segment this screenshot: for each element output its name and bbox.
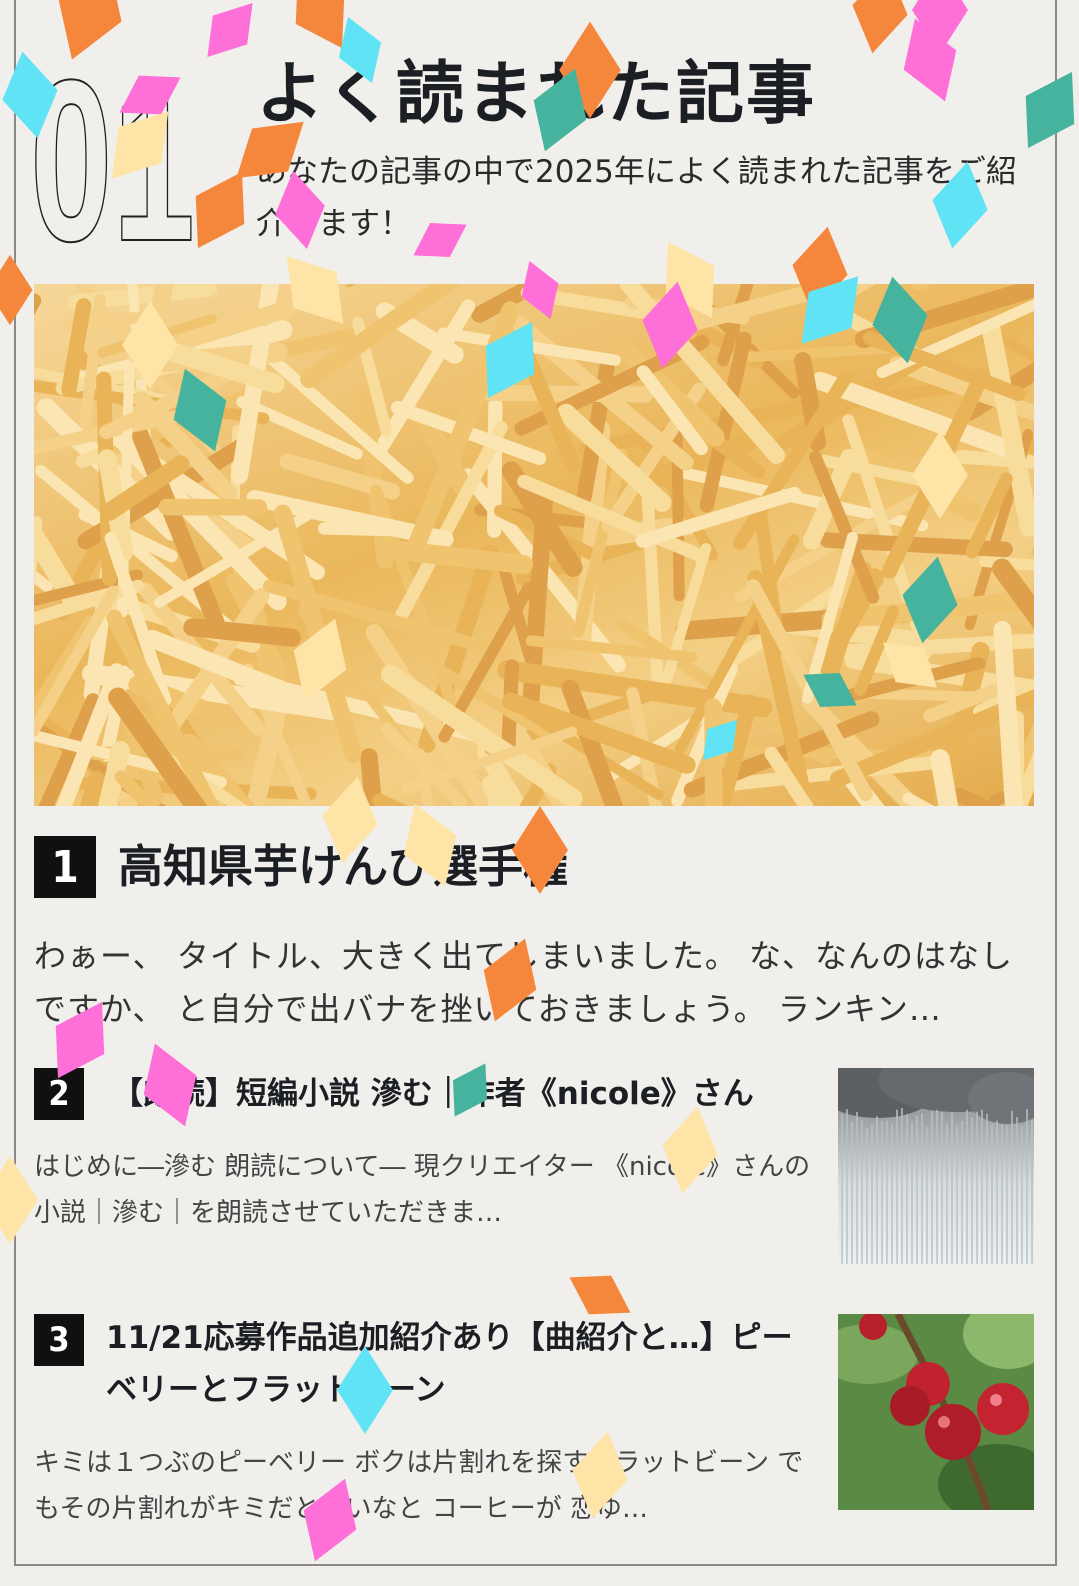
section-title: よく読まれた記事 [256,55,817,134]
section-number-outline: 01 [30,40,196,250]
article-1-excerpt[interactable]: わぁー、 タイトル、大きく出てしまいました。 な、なんのはなしですか、 と自分で… [34,930,1034,1036]
article-2-title[interactable]: 【朗読】短編小説 滲む｜作者《nicole》さん [112,1068,822,1113]
article-1-title[interactable]: 高知県芋けんぴ選手権 [118,830,568,895]
rank-badge-3: 3 [34,1314,84,1366]
article-3-excerpt[interactable]: キミは１つぶのピーベリー ボクは片割れを探すフラットビーン でもその片割れがキミ… [34,1440,824,1532]
section-subtitle: あなたの記事の中で2025年によく読まれた記事をご紹介します！ [256,154,1017,242]
rank-badge-2: 2 [34,1068,84,1120]
article-1-image[interactable] [34,284,1034,806]
rank-badge-1: 1 [34,836,96,898]
article-2-excerpt[interactable]: はじめに―滲む 朗読について― 現クリエイター 《nicole》さんの小説｜滲む… [34,1144,824,1236]
coffee-cherries-image [838,1314,1034,1510]
fries-illustration [34,284,1034,806]
article-2-thumbnail[interactable] [838,1068,1034,1264]
rain-cloud-image [838,1068,1034,1264]
article-3-title[interactable]: 11/21応募作品追加紹介あり【曲紹介と…】ピーベリーとフラットビーン [106,1312,822,1416]
article-3-thumbnail[interactable] [838,1314,1034,1510]
section-number: 01 [30,40,195,250]
